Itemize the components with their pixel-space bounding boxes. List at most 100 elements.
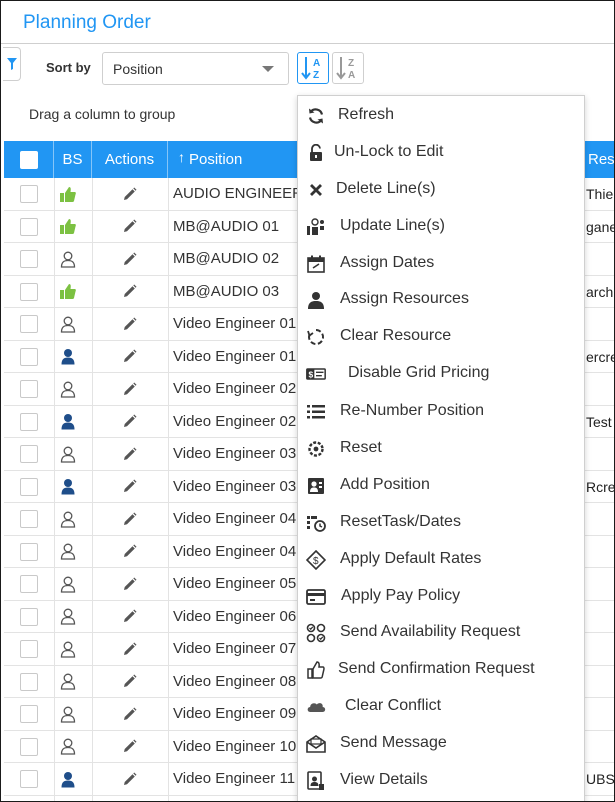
menu-item-update-line-s[interactable]: Update Line(s) — [298, 208, 584, 245]
menu-item-disable-grid-pricing[interactable]: $ Disable Grid Pricing — [298, 355, 584, 392]
position-cell: Video Engineer 11 — [173, 770, 296, 787]
position-cell: MB@AUDIO 02 — [173, 250, 280, 267]
menu-item-re-number-position[interactable]: Re-Number Position — [298, 393, 584, 430]
menu-item-resettask-dates[interactable]: ResetTask/Dates — [298, 504, 584, 541]
edit-pencil-icon[interactable] — [120, 738, 138, 756]
thumbs-up-icon — [306, 660, 326, 680]
edit-pencil-icon[interactable] — [120, 250, 138, 268]
row-checkbox[interactable] — [20, 705, 38, 723]
edit-pencil-icon[interactable] — [120, 770, 138, 788]
menu-item-clear-resource[interactable]: Clear Resource — [298, 318, 584, 355]
menu-item-send-message[interactable]: Send Message — [298, 725, 584, 762]
edit-pencil-icon[interactable] — [120, 478, 138, 496]
position-cell: Video Engineer 06 — [173, 607, 297, 625]
edit-pencil-icon[interactable] — [120, 640, 138, 658]
row-checkbox[interactable] — [20, 607, 38, 626]
row-checkbox[interactable] — [20, 477, 38, 496]
edit-pencil-icon[interactable] — [120, 673, 138, 691]
row-checkbox[interactable] — [20, 217, 38, 236]
row-checkbox[interactable] — [20, 445, 38, 463]
edit-pencil-icon[interactable] — [120, 705, 138, 723]
row-checkbox[interactable] — [20, 640, 38, 658]
position-cell: Video Engineer 04 — [173, 542, 297, 560]
row-checkbox[interactable] — [20, 315, 38, 333]
position-cell: Video Engineer 01 — [173, 315, 297, 332]
menu-item-delete-line-s[interactable]: Delete Line(s) — [298, 171, 584, 208]
user-outline-icon — [58, 542, 78, 562]
sort-up-arrow-icon: ↑ — [178, 148, 185, 165]
edit-pencil-icon[interactable] — [120, 218, 138, 236]
filter-button[interactable] — [3, 47, 21, 81]
menu-item-add-position[interactable]: Add Position — [298, 467, 584, 504]
edit-pencil-icon[interactable] — [120, 608, 138, 626]
row-checkbox[interactable] — [20, 282, 38, 301]
position-cell: Video Engineer 04 — [173, 510, 297, 527]
menu-item-apply-default-rates[interactable]: $ Apply Default Rates — [298, 541, 584, 578]
edit-pencil-icon[interactable] — [120, 283, 138, 301]
edit-pencil-icon[interactable] — [120, 510, 138, 528]
select-all-cell — [4, 141, 54, 178]
column-header-resource[interactable]: Reso — [584, 141, 614, 178]
row-checkbox[interactable] — [20, 185, 38, 203]
sort-alpha-asc-icon: A Z — [301, 57, 320, 81]
menu-item-view-details[interactable]: View Details — [298, 762, 584, 799]
column-header-bs[interactable]: BS — [54, 141, 92, 178]
edit-pencil-icon[interactable] — [120, 445, 138, 463]
envelope-icon — [306, 734, 326, 754]
menu-item-apply-pay-policy[interactable]: Apply Pay Policy — [298, 578, 584, 615]
row-checkbox[interactable] — [20, 510, 38, 528]
edit-pencil-icon[interactable] — [120, 348, 138, 366]
edit-pencil-icon[interactable] — [120, 315, 138, 333]
menu-item-label: Send Message — [340, 734, 447, 751]
user-solid-icon — [58, 477, 78, 497]
update-lines-icon — [306, 217, 326, 237]
sort-by-label: Sort by — [46, 60, 91, 75]
reset-task-icon — [306, 513, 326, 533]
row-checkbox[interactable] — [20, 347, 38, 366]
sort-descending-button[interactable]: Z A — [332, 52, 364, 84]
column-header-actions[interactable]: Actions — [92, 141, 168, 178]
row-checkbox[interactable] — [20, 672, 38, 691]
row-checkbox[interactable] — [20, 412, 38, 431]
edit-pencil-icon[interactable] — [120, 413, 138, 431]
menu-item-label: Apply Default Rates — [340, 550, 482, 567]
menu-item-label: ResetTask/Dates — [340, 513, 461, 530]
menu-item-clear-conflict[interactable]: Clear Conflict — [298, 688, 584, 725]
user-assign-icon — [306, 290, 326, 310]
row-checkbox[interactable] — [20, 542, 38, 561]
position-cell: Video Engineer 05 — [173, 575, 297, 592]
menu-item-refresh[interactable]: Refresh — [298, 97, 584, 134]
menu-item-label: Un-Lock to Edit — [334, 143, 444, 160]
menu-item-un-lock-to-edit[interactable]: Un-Lock to Edit — [298, 134, 584, 171]
row-checkbox[interactable] — [20, 380, 38, 398]
sort-alpha-desc-icon: Z A — [336, 57, 355, 81]
menu-item-send-confirmation-request[interactable]: Send Confirmation Request — [298, 651, 584, 688]
menu-item-send-availability-request[interactable]: Send Availability Request — [298, 614, 584, 651]
svg-text:A: A — [313, 58, 320, 69]
row-checkbox[interactable] — [20, 770, 38, 788]
menu-item-reset[interactable]: Reset — [298, 430, 584, 467]
edit-pencil-icon[interactable] — [120, 185, 138, 203]
thumbs-up-icon — [58, 217, 78, 237]
menu-item-label: Apply Pay Policy — [341, 587, 461, 604]
thumbs-up-icon — [58, 184, 78, 204]
menu-item-assign-resources[interactable]: Assign Resources — [298, 281, 584, 318]
select-all-checkbox[interactable] — [19, 150, 38, 169]
row-checkbox[interactable] — [20, 737, 38, 756]
edit-pencil-icon[interactable] — [120, 380, 138, 398]
menu-item-assign-dates[interactable]: Assign Dates — [298, 245, 584, 282]
position-cell: Video Engineer 07 — [173, 640, 297, 657]
svg-text:A: A — [348, 70, 355, 81]
price-tag-icon: $ — [306, 364, 326, 384]
resource-cell: Rcre — [586, 478, 615, 495]
edit-pencil-icon[interactable] — [120, 575, 138, 593]
position-cell: Video Engineer 08 — [173, 672, 297, 690]
sort-dropdown[interactable]: Position — [102, 52, 289, 85]
sort-ascending-button[interactable]: A Z — [297, 52, 329, 84]
edit-pencil-icon[interactable] — [120, 543, 138, 561]
page-title: Planning Order — [23, 12, 151, 33]
user-outline-icon — [58, 639, 78, 659]
chevron-down-icon — [262, 66, 274, 72]
row-checkbox[interactable] — [20, 250, 38, 268]
row-checkbox[interactable] — [20, 575, 38, 593]
